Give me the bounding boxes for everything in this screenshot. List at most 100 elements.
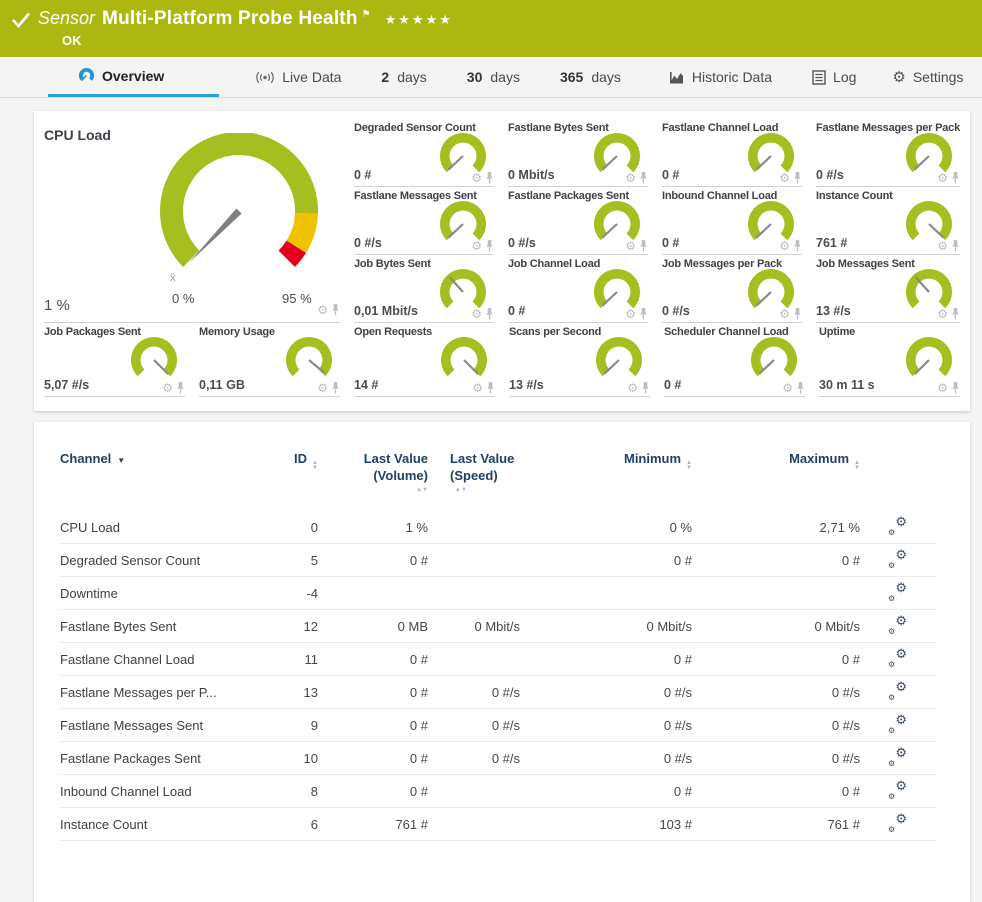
column-header-minimum[interactable]: Minimum xyxy=(520,446,692,511)
channel-minimum: 0 # xyxy=(520,775,692,808)
tab-365-days[interactable]: 365 days xyxy=(560,57,621,97)
tab-30-days[interactable]: 30 days xyxy=(467,57,520,97)
channel-maximum xyxy=(692,577,860,610)
channel-last-value-volume: 761 # xyxy=(318,808,428,841)
channel-minimum: 0 % xyxy=(520,511,692,544)
gear-icon[interactable] xyxy=(937,309,948,319)
pin-icon[interactable] xyxy=(793,239,802,252)
edit-channel-icon[interactable] xyxy=(889,815,907,831)
tab-log[interactable]: Log xyxy=(812,57,856,97)
tab-settings[interactable]: Settings xyxy=(892,57,963,97)
page-title: Multi-Platform Probe Health xyxy=(102,8,358,30)
gear-icon[interactable] xyxy=(162,383,173,393)
channel-id: 0 xyxy=(256,511,318,544)
gear-icon[interactable] xyxy=(317,383,328,393)
gear-icon[interactable] xyxy=(625,173,636,183)
pin-icon[interactable] xyxy=(639,307,648,320)
priority-stars[interactable]: ★★★★★ xyxy=(385,12,453,28)
channel-last-value-speed xyxy=(428,577,520,610)
pin-icon[interactable] xyxy=(176,381,185,394)
gauge-card-fastlane-messages-per-pack: Fastlane Messages per Pack0 #/s xyxy=(816,119,960,187)
channel-maximum: 0 Mbit/s xyxy=(692,610,860,643)
pin-icon[interactable] xyxy=(331,381,340,394)
pin-icon[interactable] xyxy=(951,171,960,184)
table-row-cpu-load[interactable]: CPU Load01 %0 %2,71 % xyxy=(60,511,936,544)
pin-icon[interactable] xyxy=(639,171,648,184)
pin-icon[interactable] xyxy=(793,171,802,184)
gear-icon[interactable] xyxy=(625,309,636,319)
gear-icon[interactable] xyxy=(471,173,482,183)
pin-icon[interactable] xyxy=(485,171,494,184)
gear-icon[interactable] xyxy=(937,173,948,183)
edit-channel-icon[interactable] xyxy=(889,749,907,765)
pin-icon[interactable] xyxy=(331,303,340,316)
table-row-downtime[interactable]: Downtime-4 xyxy=(60,577,936,610)
edit-channel-icon[interactable] xyxy=(889,716,907,732)
edit-channel-icon[interactable] xyxy=(889,584,907,600)
gear-icon[interactable] xyxy=(625,241,636,251)
gear-icon[interactable] xyxy=(779,309,790,319)
pin-icon[interactable] xyxy=(951,307,960,320)
gear-icon[interactable] xyxy=(317,305,328,315)
channel-last-value-volume: 0 MB xyxy=(318,610,428,643)
tab-log-label: Log xyxy=(833,69,856,85)
gear-icon[interactable] xyxy=(779,241,790,251)
edit-channel-icon[interactable] xyxy=(889,617,907,633)
column-header-id[interactable]: ID xyxy=(256,446,318,511)
pin-icon[interactable] xyxy=(485,239,494,252)
pin-icon[interactable] xyxy=(796,381,805,394)
tab-2-days[interactable]: 2 days xyxy=(381,57,426,97)
tab-365-days-number: 365 xyxy=(560,69,583,85)
channel-name: CPU Load xyxy=(60,511,256,544)
gauge-value: 761 # xyxy=(816,236,847,250)
table-row-fastlane-channel-load[interactable]: Fastlane Channel Load110 #0 #0 # xyxy=(60,643,936,676)
gauge-card-degraded-sensor-count: Degraded Sensor Count0 # xyxy=(354,119,494,187)
gauge-scale-max: 95 % xyxy=(282,291,312,306)
table-row-degraded-sensor-count[interactable]: Degraded Sensor Count50 #0 #0 # xyxy=(60,544,936,577)
column-header-maximum[interactable]: Maximum xyxy=(692,446,860,511)
table-row-instance-count[interactable]: Instance Count6761 #103 #761 # xyxy=(60,808,936,841)
edit-channel-icon[interactable] xyxy=(889,551,907,567)
channel-actions xyxy=(860,511,936,544)
edit-channel-icon[interactable] xyxy=(889,683,907,699)
table-row-fastlane-messages-per-p[interactable]: Fastlane Messages per P...130 #0 #/s0 #/… xyxy=(60,676,936,709)
pin-icon[interactable] xyxy=(486,381,495,394)
gear-icon[interactable] xyxy=(937,383,948,393)
edit-channel-icon[interactable] xyxy=(889,518,907,534)
column-header-last-value-speed[interactable]: Last Value(Speed) xyxy=(428,446,520,511)
tab-30-days-number: 30 xyxy=(467,69,483,85)
channel-maximum: 0 #/s xyxy=(692,676,860,709)
gear-icon[interactable] xyxy=(627,383,638,393)
pin-icon[interactable] xyxy=(793,307,802,320)
column-header-last-value-volume[interactable]: Last Value(Volume) xyxy=(318,446,428,511)
edit-channel-icon[interactable] xyxy=(889,782,907,798)
pin-icon[interactable] xyxy=(485,307,494,320)
gear-icon[interactable] xyxy=(937,241,948,251)
gauge-card-uptime: Uptime30 m 11 s xyxy=(819,323,960,397)
table-row-fastlane-packages-sent[interactable]: Fastlane Packages Sent100 #0 #/s0 #/s0 #… xyxy=(60,742,936,775)
gauge-value: 5,07 #/s xyxy=(44,378,89,392)
sort-icon xyxy=(312,461,318,471)
gauge-card-instance-count: Instance Count761 # xyxy=(816,187,960,255)
table-row-fastlane-messages-sent[interactable]: Fastlane Messages Sent90 #0 #/s0 #/s0 #/… xyxy=(60,709,936,742)
column-header-channel[interactable]: Channel xyxy=(60,446,256,511)
table-row-inbound-channel-load[interactable]: Inbound Channel Load80 #0 #0 # xyxy=(60,775,936,808)
gear-icon[interactable] xyxy=(471,241,482,251)
gear-icon[interactable] xyxy=(779,173,790,183)
pin-icon[interactable] xyxy=(951,381,960,394)
tab-historic-data[interactable]: Historic Data xyxy=(669,57,772,97)
tab-live-data[interactable]: Live Data xyxy=(255,57,341,97)
pin-icon[interactable] xyxy=(641,381,650,394)
tab-overview[interactable]: Overview xyxy=(48,57,219,97)
channel-last-value-speed xyxy=(428,808,520,841)
gear-icon[interactable] xyxy=(471,309,482,319)
flag-icon[interactable] xyxy=(362,9,371,20)
channel-actions xyxy=(860,544,936,577)
gear-icon[interactable] xyxy=(782,383,793,393)
pin-icon[interactable] xyxy=(639,239,648,252)
edit-channel-icon[interactable] xyxy=(889,650,907,666)
gear-icon[interactable] xyxy=(472,383,483,393)
tab-bar: Overview Live Data 2 days 30 days 365 da… xyxy=(0,57,982,98)
pin-icon[interactable] xyxy=(951,239,960,252)
table-row-fastlane-bytes-sent[interactable]: Fastlane Bytes Sent120 MB0 Mbit/s0 Mbit/… xyxy=(60,610,936,643)
